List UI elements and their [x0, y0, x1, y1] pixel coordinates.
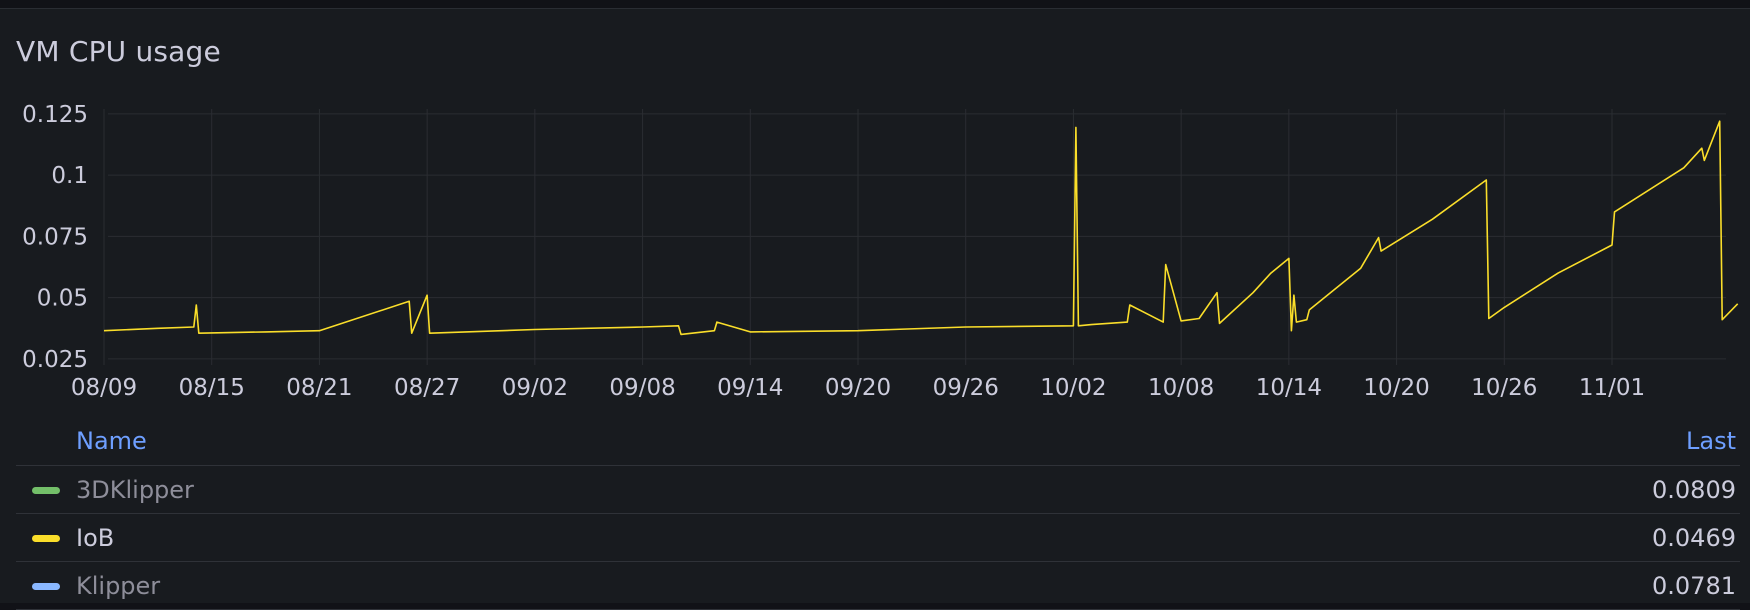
legend-header: Name Last	[16, 421, 1740, 466]
x-tick-label: 10/26	[1471, 375, 1537, 401]
y-tick-label: 0.025	[22, 347, 88, 373]
x-tick-label: 10/08	[1148, 375, 1214, 401]
x-tick-label: 10/14	[1256, 375, 1322, 401]
y-tick-label: 0.125	[22, 102, 88, 128]
x-tick-label: 08/15	[179, 375, 245, 401]
series-line-iob	[103, 120, 1739, 336]
series-color-swatch	[32, 535, 60, 542]
x-tick-label: 09/26	[933, 375, 999, 401]
x-tick-label: 08/09	[71, 375, 137, 401]
x-tick-label: 11/01	[1579, 375, 1645, 401]
x-tick-label: 08/27	[394, 375, 460, 401]
x-tick-label: 09/20	[825, 375, 891, 401]
x-tick-label: 09/08	[609, 375, 675, 401]
legend-series-last: 0.0469	[1652, 524, 1736, 552]
x-tick-label: 09/14	[717, 375, 783, 401]
legend-header-name[interactable]: Name	[76, 427, 147, 455]
x-tick-label: 10/02	[1040, 375, 1106, 401]
x-tick-label: 10/20	[1363, 375, 1429, 401]
legend-header-last[interactable]: Last	[1686, 427, 1736, 455]
legend-row-iob[interactable]: IoB 0.0469	[16, 514, 1740, 562]
legend-series-name[interactable]: IoB	[76, 524, 114, 552]
y-tick-label: 0.075	[22, 224, 88, 250]
legend-row-klipper[interactable]: Klipper 0.0781	[16, 562, 1740, 610]
legend-table: Name Last 3DKlipper 0.0809 IoB 0.0469 Kl…	[16, 421, 1740, 610]
legend-series-name[interactable]: Klipper	[76, 572, 160, 600]
y-tick-label: 0.05	[37, 286, 88, 312]
legend-row-3dklipper[interactable]: 3DKlipper 0.0809	[16, 466, 1740, 514]
legend-series-last: 0.0809	[1652, 476, 1736, 504]
series-color-swatch	[32, 583, 60, 590]
series-color-swatch	[32, 487, 60, 494]
chart-panel: VM CPU usage 0.025 0.05 0.075 0.1 0.125 08/09…	[0, 8, 1750, 610]
x-tick-label: 09/02	[502, 375, 568, 401]
y-tick-label: 0.1	[51, 163, 88, 189]
x-tick-label: 08/21	[286, 375, 352, 401]
legend-series-name[interactable]: 3DKlipper	[76, 476, 194, 504]
legend-series-last: 0.0781	[1652, 572, 1736, 600]
